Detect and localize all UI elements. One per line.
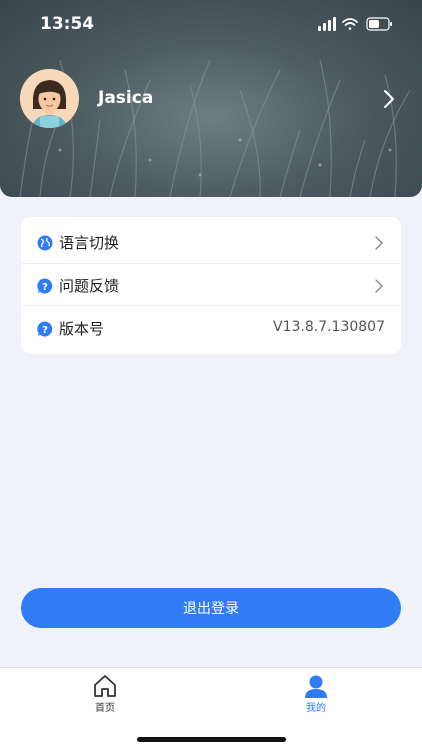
person-icon	[304, 674, 328, 702]
menu-item-label: 版本号	[59, 320, 105, 338]
question-icon: ?	[37, 321, 53, 337]
svg-text:?: ?	[42, 282, 48, 293]
menu-item-language[interactable]: 语言切换	[21, 219, 401, 264]
settings-card: 语言切换 ? 问题反馈 ? 版本号 V13.8.7.130807	[21, 217, 401, 354]
user-name[interactable]: Jasica	[98, 88, 153, 108]
home-icon	[93, 674, 117, 702]
profile-header: 13:54 Jasica	[0, 0, 422, 197]
menu-item-label: 语言切换	[59, 234, 120, 252]
menu-item-feedback[interactable]: ? 问题反馈	[21, 262, 401, 307]
cellular-signal-icon	[318, 17, 336, 31]
tab-label: 我的	[306, 703, 326, 714]
tab-mine[interactable]: 我的	[276, 668, 356, 718]
status-time: 13:54	[40, 14, 95, 34]
svg-text:?: ?	[42, 325, 48, 336]
home-indicator	[137, 737, 286, 742]
menu-item-label: 问题反馈	[59, 277, 120, 295]
tab-label: 首页	[95, 703, 115, 714]
tab-home[interactable]: 首页	[65, 668, 145, 718]
menu-item-version: ? 版本号 V13.8.7.130807	[21, 305, 401, 350]
question-icon: ?	[37, 278, 53, 294]
chevron-right-icon	[375, 235, 383, 254]
avatar[interactable]	[20, 69, 79, 128]
status-bar: 13:54	[0, 0, 422, 46]
status-icons	[318, 16, 394, 35]
wifi-icon	[342, 18, 358, 30]
logout-button[interactable]: 退出登录	[21, 588, 401, 628]
globe-icon	[37, 235, 53, 251]
battery-icon	[366, 17, 392, 31]
version-value: V13.8.7.130807	[273, 319, 385, 335]
chevron-right-icon[interactable]	[383, 89, 395, 113]
chevron-right-icon	[375, 278, 383, 297]
